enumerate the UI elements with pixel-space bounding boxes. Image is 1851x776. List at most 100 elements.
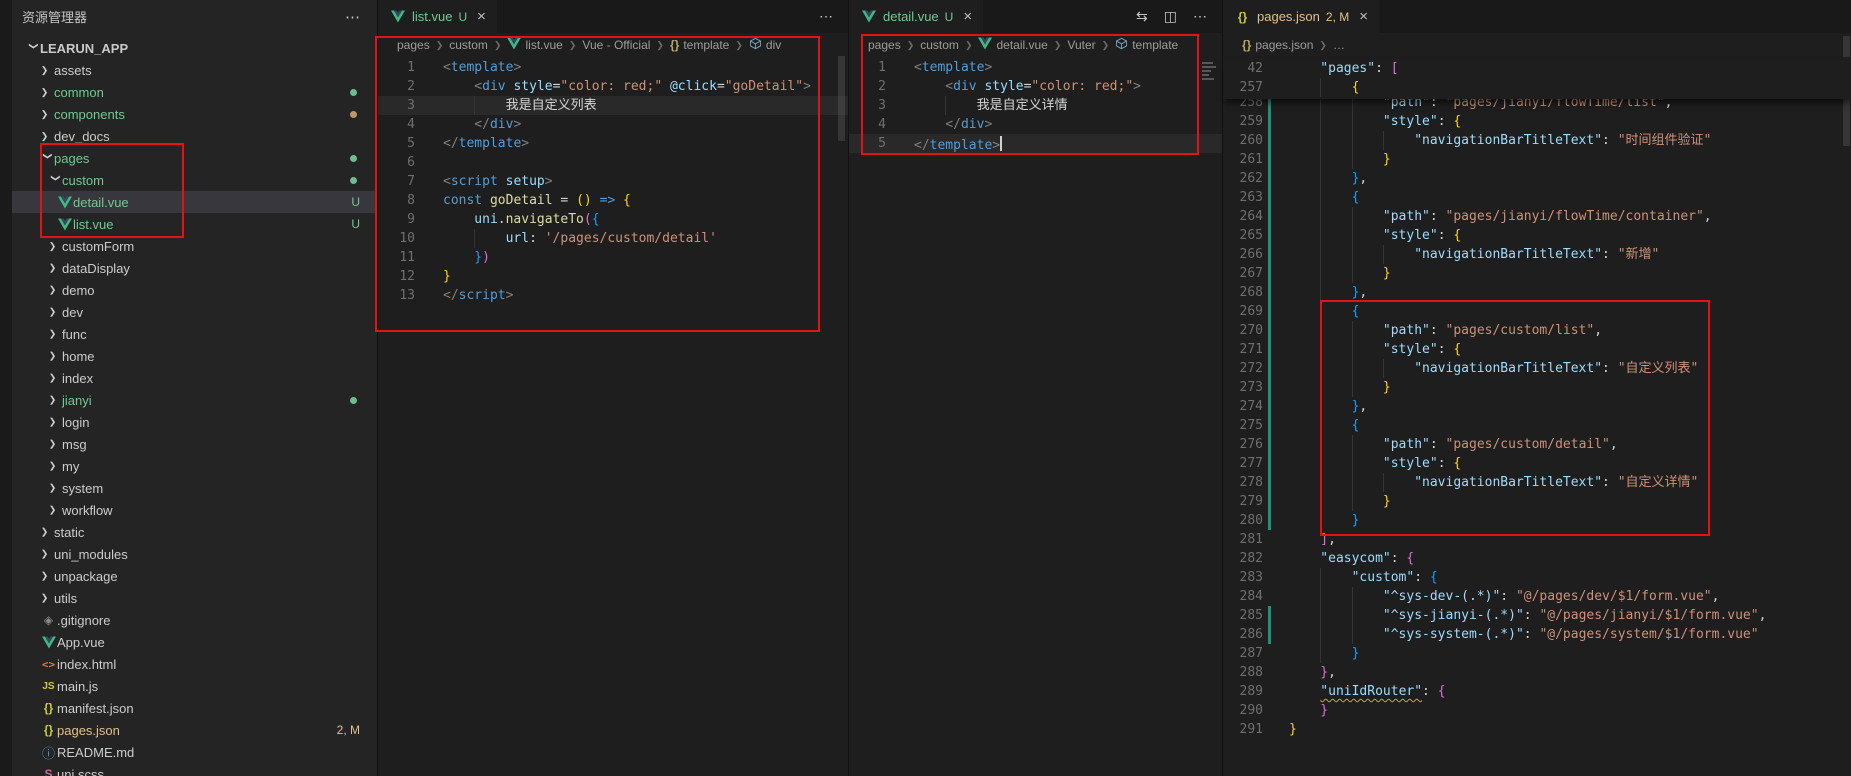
breadcrumb-item-vue-official[interactable]: Vue - Official <box>582 38 650 52</box>
code-line[interactable]: 288}, <box>1223 663 1851 682</box>
breadcrumb-item-pages[interactable]: pages <box>397 38 430 52</box>
code-editor[interactable]: 258"path": "pages/jianyi/flowTime/list",… <box>1223 93 1851 739</box>
tree-item-readme-md[interactable]: ⓘREADME.md <box>12 741 377 763</box>
code-line[interactable]: 280} <box>1223 511 1851 530</box>
tree-item-func[interactable]: ❯func <box>12 323 377 345</box>
code-line[interactable]: 262}, <box>1223 169 1851 188</box>
code-line[interactable]: 277"style": { <box>1223 454 1851 473</box>
tree-item-dev-docs[interactable]: ❯dev_docs <box>12 125 377 147</box>
breadcrumb-item-template[interactable]: {}template <box>670 38 729 52</box>
code-line[interactable]: 271"style": { <box>1223 340 1851 359</box>
code-line[interactable]: 266"navigationBarTitleText": "新增" <box>1223 245 1851 264</box>
tree-item-system[interactable]: ❯system <box>12 477 377 499</box>
tree-item-utils[interactable]: ❯utils <box>12 587 377 609</box>
code-line[interactable]: 259"style": { <box>1223 112 1851 131</box>
code-line[interactable]: 7<script setup> <box>378 172 849 191</box>
breadcrumb-item-pages-json[interactable]: {}pages.json <box>1242 38 1313 52</box>
tree-item-index[interactable]: ❯index <box>12 367 377 389</box>
code-line[interactable]: 283"custom": { <box>1223 568 1851 587</box>
breadcrumb-item-detail-vue[interactable]: detail.vue <box>978 37 1047 53</box>
code-line[interactable]: 12} <box>378 267 849 286</box>
code-line[interactable]: 287} <box>1223 644 1851 663</box>
code-line[interactable]: 289"uniIdRouter": { <box>1223 682 1851 701</box>
code-line[interactable]: 281], <box>1223 530 1851 549</box>
more-actions-icon[interactable]: ⋯ <box>819 8 833 25</box>
tree-item-uni-modules[interactable]: ❯uni_modules <box>12 543 377 565</box>
code-line[interactable]: 261} <box>1223 150 1851 169</box>
breadcrumb-item-div[interactable]: div <box>749 37 781 53</box>
code-line[interactable]: 286"^sys-system-(.*)": "@/pages/system/$… <box>1223 625 1851 644</box>
code-line[interactable]: 265"style": { <box>1223 226 1851 245</box>
tree-item-customform[interactable]: ❯customForm <box>12 235 377 257</box>
code-line[interactable]: 1<template> <box>849 58 1223 77</box>
tab-detail-vue[interactable]: detail.vueU× <box>849 0 984 33</box>
code-editor[interactable]: 1<template>2<div style="color: red;" @cl… <box>378 58 849 305</box>
sticky-line[interactable]: 42"pages": [ <box>1223 59 1851 78</box>
tree-item-components[interactable]: ❯components <box>12 103 377 125</box>
code-line[interactable]: 290} <box>1223 701 1851 720</box>
tree-item-app-vue[interactable]: App.vue <box>12 631 377 653</box>
tree-item-main-js[interactable]: JSmain.js <box>12 675 377 697</box>
tree-item-unpackage[interactable]: ❯unpackage <box>12 565 377 587</box>
code-line[interactable]: 3我是自定义列表 <box>378 96 849 115</box>
code-line[interactable]: 268}, <box>1223 283 1851 302</box>
tree-item-custom[interactable]: ❯custom <box>12 169 377 191</box>
code-line[interactable]: 6 <box>378 153 849 172</box>
tree-item-uni-scss[interactable]: Suni.scss <box>12 763 377 776</box>
breadcrumb-item-custom[interactable]: custom <box>449 38 488 52</box>
tab-pages-json[interactable]: {}pages.json2, M× <box>1223 0 1380 33</box>
close-icon[interactable]: × <box>477 8 486 25</box>
breadcrumb-item-list-vue[interactable]: list.vue <box>507 37 562 53</box>
code-line[interactable]: 269{ <box>1223 302 1851 321</box>
scrollbar-thumb[interactable] <box>838 56 845 141</box>
breadcrumb-item-custom[interactable]: custom <box>920 38 959 52</box>
tree-item-gitignore[interactable]: ◈.gitignore <box>12 609 377 631</box>
tree-item-learun-app[interactable]: ❯LEARUN_APP <box>12 37 377 59</box>
tab-list-vue[interactable]: list.vueU× <box>378 0 498 33</box>
code-line[interactable]: 4</div> <box>849 115 1223 134</box>
code-line[interactable]: 9uni.navigateTo({ <box>378 210 849 229</box>
code-line[interactable]: 284"^sys-dev-(.*)": "@/pages/dev/$1/form… <box>1223 587 1851 606</box>
code-line[interactable]: 2<div style="color: red;"> <box>849 77 1223 96</box>
code-line[interactable]: 278"navigationBarTitleText": "自定义详情" <box>1223 473 1851 492</box>
tree-item-home[interactable]: ❯home <box>12 345 377 367</box>
breadcrumb-item-vuter[interactable]: Vuter <box>1067 38 1095 52</box>
tree-item-demo[interactable]: ❯demo <box>12 279 377 301</box>
minimap[interactable] <box>1202 60 1218 80</box>
code-line[interactable]: 2<div style="color: red;" @click="goDeta… <box>378 77 849 96</box>
tree-item-msg[interactable]: ❯msg <box>12 433 377 455</box>
open-changes-icon[interactable]: ⇆ <box>1136 8 1148 25</box>
split-editor-icon[interactable]: ◫ <box>1164 8 1177 25</box>
code-line[interactable]: 273} <box>1223 378 1851 397</box>
tree-item-assets[interactable]: ❯assets <box>12 59 377 81</box>
tree-item-static[interactable]: ❯static <box>12 521 377 543</box>
tree-item-pages[interactable]: ❯pages <box>12 147 377 169</box>
code-line[interactable]: 5</template> <box>378 134 849 153</box>
code-line[interactable]: 11}) <box>378 248 849 267</box>
tree-item-login[interactable]: ❯login <box>12 411 377 433</box>
breadcrumb-item-[interactable]: … <box>1333 38 1345 52</box>
more-actions-icon[interactable]: ⋯ <box>1193 8 1207 25</box>
tree-item-index-html[interactable]: <>index.html <box>12 653 377 675</box>
tree-item-datadisplay[interactable]: ❯dataDisplay <box>12 257 377 279</box>
more-actions-icon[interactable]: ⋯ <box>345 0 361 33</box>
code-line[interactable]: 260"navigationBarTitleText": "时间组件验证" <box>1223 131 1851 150</box>
code-line[interactable]: 272"navigationBarTitleText": "自定义列表" <box>1223 359 1851 378</box>
code-line[interactable]: 1<template> <box>378 58 849 77</box>
breadcrumb-item-template[interactable]: template <box>1115 37 1178 53</box>
breadcrumb-item-pages[interactable]: pages <box>868 38 901 52</box>
code-line[interactable]: 275{ <box>1223 416 1851 435</box>
code-line[interactable]: 3我是自定义详情 <box>849 96 1223 115</box>
close-icon[interactable]: × <box>963 8 972 25</box>
tree-item-my[interactable]: ❯my <box>12 455 377 477</box>
code-line[interactable]: 13</script> <box>378 286 849 305</box>
code-line[interactable]: 270"path": "pages/custom/list", <box>1223 321 1851 340</box>
tree-item-dev[interactable]: ❯dev <box>12 301 377 323</box>
code-line[interactable]: 5</template> <box>849 134 1223 153</box>
code-line[interactable]: 10url: '/pages/custom/detail' <box>378 229 849 248</box>
tree-item-detail-vue[interactable]: detail.vueU <box>12 191 377 213</box>
code-line[interactable]: 8const goDetail = () => { <box>378 191 849 210</box>
tree-item-pages-json[interactable]: {}pages.json2, M <box>12 719 377 741</box>
code-line[interactable]: 276"path": "pages/custom/detail", <box>1223 435 1851 454</box>
tree-item-common[interactable]: ❯common <box>12 81 377 103</box>
